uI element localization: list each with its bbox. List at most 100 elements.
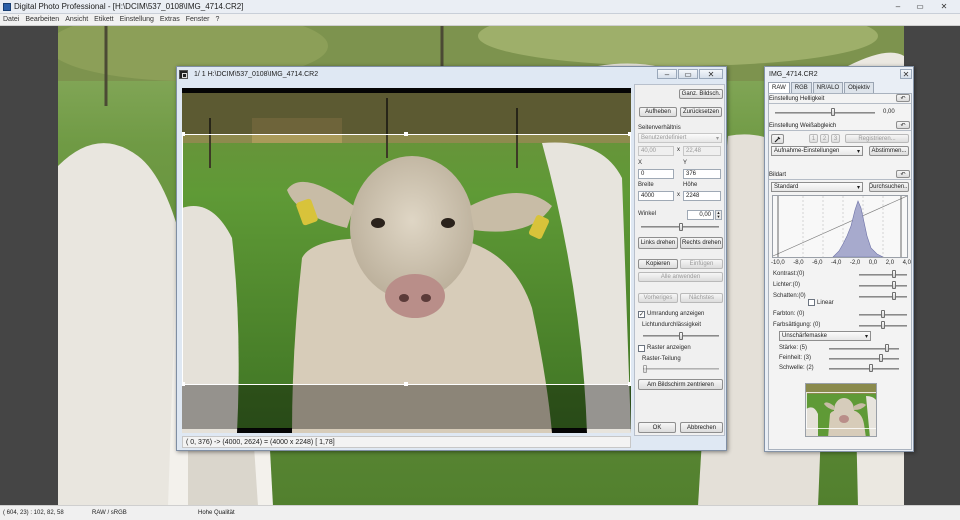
- tick-label: -4,0: [831, 260, 842, 266]
- saturation-slider-thumb[interactable]: [881, 321, 885, 329]
- menu-adjustment[interactable]: Einstellung: [120, 16, 154, 23]
- ratio-width-field[interactable]: 40,00: [638, 146, 674, 156]
- contrast-label: Kontrast:(0): [773, 271, 805, 277]
- shadows-slider-track[interactable]: [859, 296, 907, 298]
- opacity-slider-thumb[interactable]: [679, 332, 683, 340]
- paste-button[interactable]: Einfügen: [680, 259, 723, 269]
- wb-label: Einstellung Weißabgleich: [769, 123, 837, 129]
- tick-label: 4,0: [902, 260, 911, 266]
- angle-spinner[interactable]: ▲ ▼: [715, 210, 722, 220]
- grid-slider-track[interactable]: [643, 368, 719, 370]
- wb-preset-1[interactable]: 1: [809, 134, 818, 143]
- browse-button[interactable]: Durchsuchen...: [869, 182, 909, 192]
- brightness-slider-track[interactable]: [775, 112, 875, 114]
- color-tone-slider-thumb[interactable]: [881, 310, 885, 318]
- app-icon: [3, 2, 11, 11]
- ratio-height-field[interactable]: 22,48: [683, 146, 721, 156]
- menu-window[interactable]: Fenster: [186, 16, 210, 23]
- fineness-slider-track[interactable]: [829, 358, 899, 360]
- copy-button[interactable]: Kopieren: [638, 259, 678, 269]
- undo-crop-button[interactable]: Aufheben: [639, 107, 677, 117]
- menu-label[interactable]: Etikett: [94, 16, 113, 23]
- shadows-slider-thumb[interactable]: [892, 292, 896, 300]
- reset-arrow-icon[interactable]: ↶: [896, 94, 910, 102]
- center-on-screen-button[interactable]: Am Bildschirm zentrieren: [638, 379, 723, 390]
- ok-button[interactable]: OK: [638, 422, 676, 433]
- tone-curve-histogram[interactable]: [772, 195, 908, 258]
- tab-raw[interactable]: RAW: [768, 82, 790, 93]
- app-title: Digital Photo Professional - [H:\DCIM\53…: [14, 2, 244, 11]
- reset-crop-button[interactable]: Zurücksetzen: [680, 107, 722, 117]
- aspect-ratio-select[interactable]: Benutzerdefiniert ▾: [638, 133, 722, 143]
- apply-all-button[interactable]: Alle anwenden: [638, 272, 723, 282]
- next-button[interactable]: Nächstes: [680, 293, 723, 303]
- brightness-value: 0,00: [883, 109, 895, 115]
- maximize-button[interactable]: ▭: [912, 1, 928, 12]
- crop-y-field[interactable]: 376: [683, 169, 721, 179]
- angle-label: Winkel: [638, 211, 657, 217]
- highlights-slider-track[interactable]: [859, 285, 907, 287]
- tab-rgb[interactable]: RGB: [790, 82, 812, 93]
- contrast-slider-track[interactable]: [859, 274, 907, 276]
- aspect-ratio-value: Benutzerdefiniert: [641, 135, 687, 141]
- wb-preset-3[interactable]: 3: [831, 134, 840, 143]
- wb-preset-2[interactable]: 2: [820, 134, 829, 143]
- menu-file[interactable]: Datei: [3, 16, 19, 23]
- shadows-row: Schatten:(0): [773, 292, 909, 301]
- minimize-button[interactable]: –: [890, 1, 906, 12]
- crop-x-field[interactable]: 0: [638, 169, 674, 179]
- eyedropper-icon[interactable]: [771, 134, 784, 144]
- show-outline-label: Umrandung anzeigen: [647, 311, 705, 317]
- crop-settings-panel: Ganz. Bildsch. Aufheben Zurücksetzen Sei…: [634, 84, 725, 436]
- color-tone-label: Farbton: (0): [773, 311, 805, 317]
- linear-checkbox[interactable]: [808, 299, 815, 306]
- strength-label: Stärke: (5): [779, 345, 808, 351]
- show-grid-checkbox[interactable]: [638, 345, 645, 352]
- crop-maximize-button[interactable]: ▭: [678, 69, 698, 79]
- tab-lens[interactable]: Objektiv: [844, 82, 874, 93]
- menu-edit[interactable]: Bearbeiten: [25, 16, 59, 23]
- grid-slider-thumb[interactable]: [643, 365, 647, 373]
- crop-info-line: ( 0, 376) -> (4000, 2624) = (4000 x 2248…: [182, 436, 631, 448]
- picture-style-reset[interactable]: ↶: [896, 170, 910, 178]
- picture-style-select[interactable]: Standard ▾: [771, 182, 863, 192]
- menu-view[interactable]: Ansicht: [65, 16, 88, 23]
- sharpening-select[interactable]: Unschärfemaske ▾: [779, 331, 871, 341]
- tick-label: 0,0: [868, 260, 878, 266]
- crop-dialog-titlebar: 1/ 1 H:\DCIM\537_0108\IMG_4714.CR2: [177, 67, 726, 82]
- register-button[interactable]: Registrieren...: [845, 134, 909, 143]
- brightness-slider-thumb[interactable]: [831, 108, 835, 116]
- tab-nr-alo[interactable]: NR/ALO: [812, 82, 844, 93]
- strength-slider-thumb[interactable]: [885, 344, 889, 352]
- close-button[interactable]: ✕: [936, 1, 952, 12]
- highlights-slider-thumb[interactable]: [892, 281, 896, 289]
- previous-button[interactable]: Vorheriges: [638, 293, 678, 303]
- rotate-left-button[interactable]: Links drehen: [638, 237, 678, 249]
- contrast-slider-thumb[interactable]: [892, 270, 896, 278]
- highlights-row: Lichter:(0): [773, 281, 909, 290]
- crop-width-field[interactable]: 4000: [638, 191, 674, 201]
- threshold-slider-thumb[interactable]: [869, 364, 873, 372]
- fineness-slider-thumb[interactable]: [879, 354, 883, 362]
- angle-field[interactable]: 0,00: [687, 210, 714, 220]
- crop-close-button[interactable]: ✕: [699, 69, 723, 79]
- menu-help[interactable]: ?: [215, 16, 219, 23]
- crop-height-field[interactable]: 2248: [683, 191, 721, 201]
- show-outline-checkbox[interactable]: ✓: [638, 311, 645, 318]
- wb-select[interactable]: Aufnahme-Einstellungen ▾: [771, 146, 863, 156]
- navigator-thumbnail[interactable]: [805, 383, 877, 437]
- fine-tune-button[interactable]: Abstimmen...: [869, 146, 909, 156]
- tool-palette: IMG_4714.CR2 ✕ RAW RGB NR/ALO Objektiv E…: [764, 66, 914, 452]
- angle-slider-thumb[interactable]: [679, 223, 683, 231]
- tick-label: -8,0: [793, 260, 804, 266]
- cancel-button[interactable]: Abbrechen: [680, 422, 723, 433]
- crop-minimize-button[interactable]: –: [657, 69, 677, 79]
- rotate-right-button[interactable]: Rechts drehen: [680, 237, 723, 249]
- threshold-slider-track[interactable]: [829, 368, 899, 370]
- crop-canvas[interactable]: [182, 88, 631, 433]
- full-screen-button[interactable]: Ganz. Bildsch.: [679, 89, 723, 99]
- menu-tools[interactable]: Extras: [160, 16, 180, 23]
- palette-close-button[interactable]: ✕: [900, 69, 912, 79]
- tick-label: 2,0: [885, 260, 895, 266]
- wb-reset-button[interactable]: ↶: [896, 121, 910, 129]
